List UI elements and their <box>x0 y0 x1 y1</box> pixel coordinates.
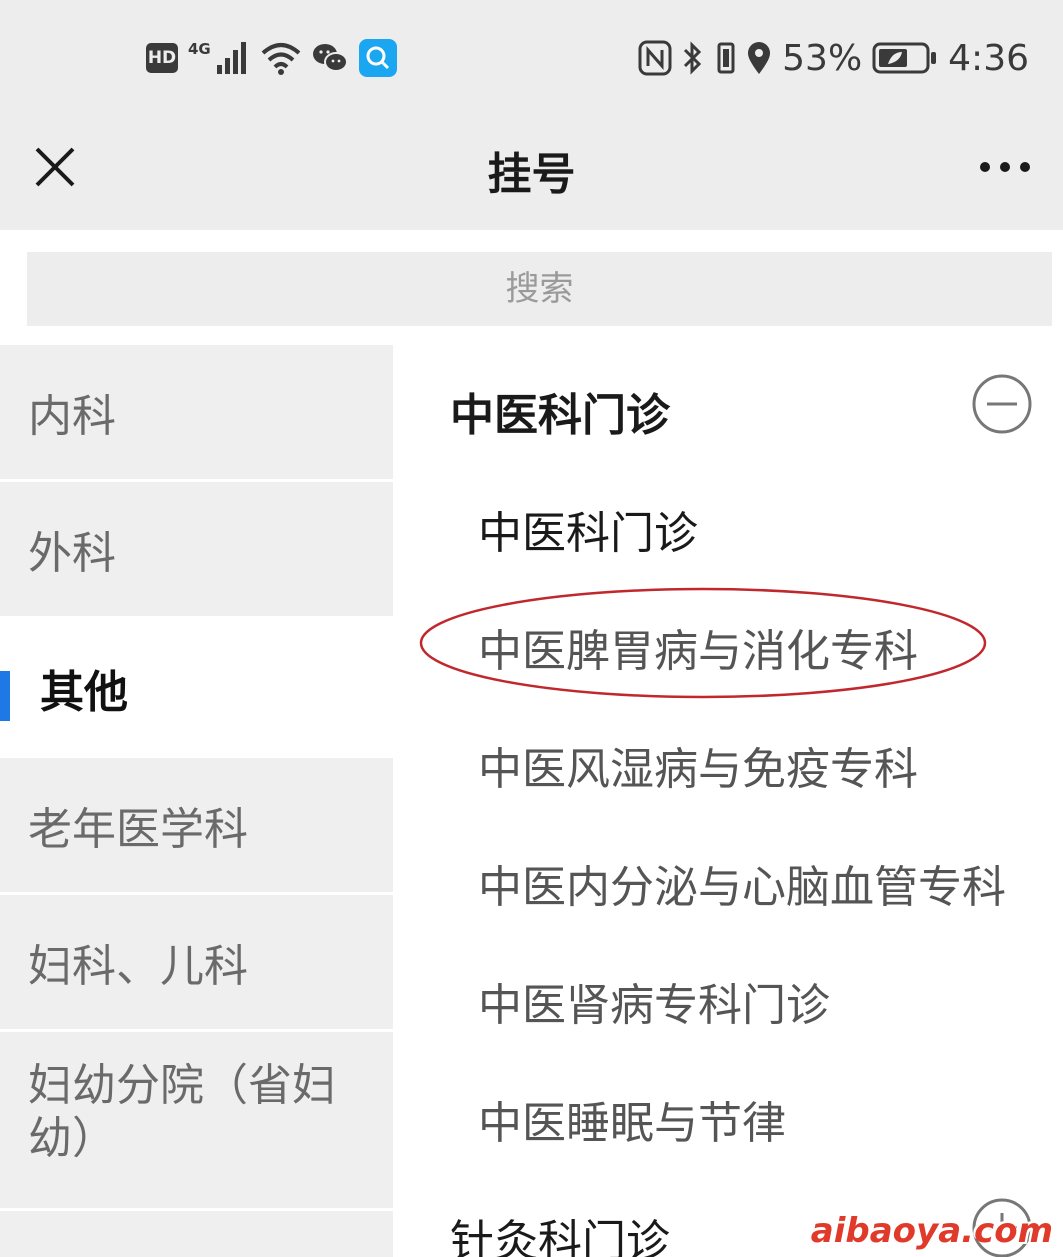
battery-icon <box>872 42 937 74</box>
watermark: aibaoya.com <box>810 1211 1053 1251</box>
sidebar-item-next[interactable] <box>0 1211 393 1257</box>
sidebar-item-geriatrics[interactable]: 老年医学科 <box>0 758 393 892</box>
sub-dept-item[interactable]: 中医内分泌与心脑血管专科 <box>478 851 1006 915</box>
battery-percent: 53% <box>782 37 863 79</box>
sidebar-item-label: 其他 <box>40 667 128 718</box>
sidebar-item-surgery[interactable]: 外科 <box>0 482 393 616</box>
wechat-icon <box>312 44 348 72</box>
vibrate-icon <box>717 42 735 74</box>
sub-dept-item[interactable]: 中医科门诊 <box>478 497 698 561</box>
status-left: HD 4G <box>146 36 397 80</box>
sub-dept-item[interactable]: 中医风湿病与免疫专科 <box>478 733 918 797</box>
title-bar: 挂号 <box>0 112 1063 230</box>
department-list: 中医科门诊 中医科门诊 中医脾胃病与消化专科 中医风湿病与免疫专科 中医内分泌与… <box>393 345 1063 1257</box>
bluetooth-icon <box>684 41 702 75</box>
hd-icon: HD <box>146 43 178 73</box>
search-input[interactable] <box>27 252 1052 326</box>
status-right: 53% 4:36 <box>638 36 1029 80</box>
network-type: 4G <box>188 40 211 58</box>
nfc-icon <box>638 40 672 76</box>
search-app-icon <box>358 39 397 77</box>
sidebar-item-label: 外科 <box>28 528 116 579</box>
page: HD 4G 53% 4:36 挂号 搜索 内科 外科 其他 老年医学科 妇科、儿… <box>0 0 1063 1257</box>
more-icon <box>980 162 1030 172</box>
active-indicator <box>0 671 10 721</box>
sub-dept-item[interactable]: 中医睡眠与节律 <box>478 1087 786 1151</box>
sidebar-item-label: 内科 <box>28 391 116 442</box>
sidebar-item-other[interactable]: 其他 <box>0 619 393 757</box>
collapse-button[interactable] <box>971 373 1033 435</box>
sub-dept-item-highlighted[interactable]: 中医脾胃病与消化专科 <box>478 615 918 679</box>
page-title: 挂号 <box>487 149 576 200</box>
more-button[interactable] <box>975 142 1035 192</box>
sidebar-item-internal-medicine[interactable]: 内科 <box>0 345 393 479</box>
sidebar-item-label: 妇幼分院（省妇幼） <box>28 1060 336 1164</box>
sidebar-item-gynecology-pediatrics[interactable]: 妇科、儿科 <box>0 895 393 1029</box>
clock: 4:36 <box>948 37 1029 79</box>
minus-circle-icon <box>972 374 1032 434</box>
signal-icon <box>216 42 246 74</box>
group-title-acupuncture[interactable]: 针灸科门诊 <box>450 1205 670 1257</box>
sub-dept-item[interactable]: 中医肾病专科门诊 <box>478 969 830 1033</box>
sidebar-item-maternal-child-branch[interactable]: 妇幼分院（省妇幼） <box>0 1032 393 1208</box>
location-icon <box>748 42 771 74</box>
search-area <box>0 230 1063 345</box>
group-title-tcm[interactable]: 中医科门诊 <box>450 379 670 443</box>
category-sidebar: 内科 外科 其他 老年医学科 妇科、儿科 妇幼分院（省妇幼） <box>0 345 393 1257</box>
sidebar-item-label: 妇科、儿科 <box>28 941 248 992</box>
sidebar-item-label: 老年医学科 <box>28 804 248 855</box>
wifi-icon <box>261 43 301 75</box>
status-bar: HD 4G 53% 4:36 <box>0 0 1063 112</box>
